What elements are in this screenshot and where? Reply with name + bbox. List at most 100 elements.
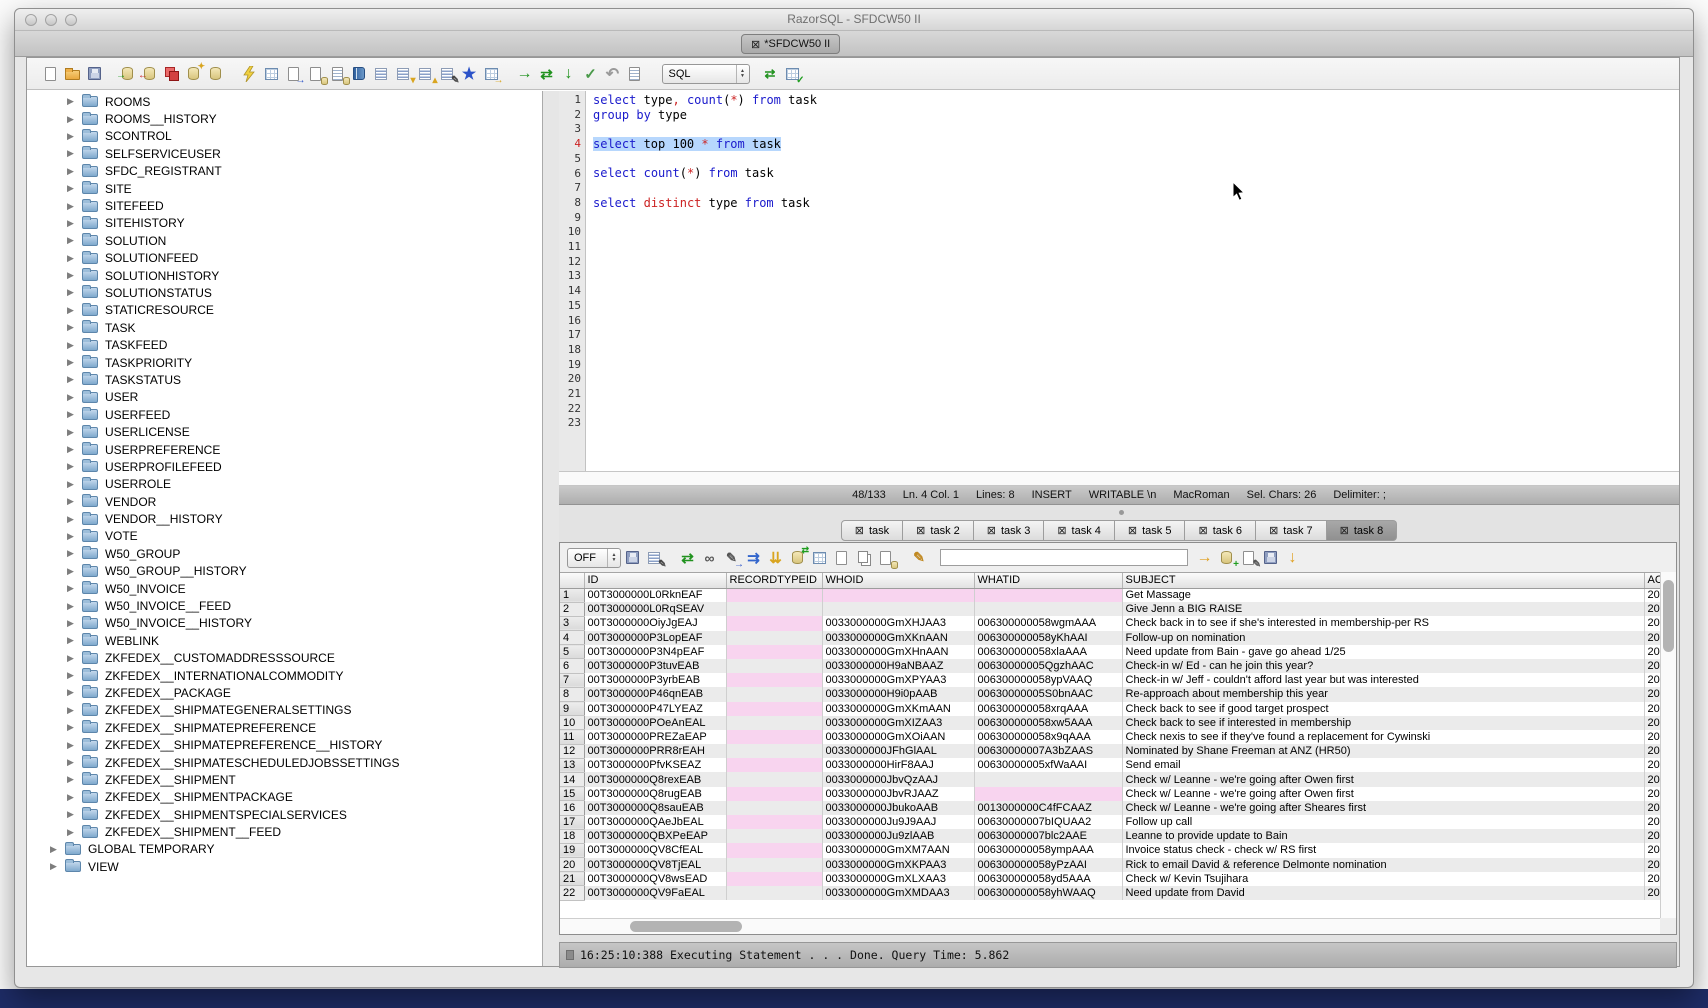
disclosure-triangle-icon[interactable]: ▶	[67, 461, 79, 472]
tree-item-solutionhistory[interactable]: ▶SOLUTIONHISTORY	[27, 267, 542, 284]
favorites-icon[interactable]: ★	[461, 65, 478, 82]
table-row-1[interactable]: 100T3000000L0RknEAFGet Massage200	[560, 588, 1660, 602]
row-number[interactable]: 19	[560, 843, 584, 857]
tree-item-zkfedex-shipment-feed[interactable]: ▶ZKFEDEX__SHIPMENT__FEED	[27, 823, 542, 840]
disclosure-triangle-icon[interactable]: ▶	[67, 287, 79, 298]
cell-whoid[interactable]: 0033000000HirF8AAJ	[822, 758, 974, 772]
row-number-header[interactable]	[560, 573, 584, 588]
disclosure-triangle-icon[interactable]: ▶	[67, 148, 79, 159]
disclosure-triangle-icon[interactable]: ▶	[50, 861, 62, 872]
table-row-8[interactable]: 800T3000000P46qnEAB0033000000H9i0pAAB006…	[560, 687, 1660, 701]
tree-item-zkfedex-shipmentspecialservices[interactable]: ▶ZKFEDEX__SHIPMENTSPECIALSERVICES	[27, 806, 542, 823]
row-limit-select[interactable]: OFF▲▼	[567, 548, 621, 568]
row-number[interactable]: 2	[560, 602, 584, 616]
cell-recordtypeid[interactable]	[726, 829, 822, 843]
cell-ac[interactable]: 200	[1644, 673, 1660, 687]
code-line-3[interactable]	[593, 122, 1679, 137]
tree-item-userfeed[interactable]: ▶USERFEED	[27, 406, 542, 423]
splitter-handle-icon[interactable]	[1119, 510, 1124, 515]
close-result-tab-icon[interactable]: ⊠	[1057, 524, 1066, 537]
cell-recordtypeid[interactable]	[726, 659, 822, 673]
export-data-icon[interactable]: →	[285, 65, 302, 82]
cell-id[interactable]: 00T3000000PRR8rEAH	[584, 744, 726, 758]
cell-ac[interactable]: 200	[1644, 602, 1660, 616]
disclosure-triangle-icon[interactable]: ▶	[67, 722, 79, 733]
tree-item-zkfedex-shipmatepreference[interactable]: ▶ZKFEDEX__SHIPMATEPREFERENCE	[27, 719, 542, 736]
code-line-7[interactable]	[593, 181, 1679, 196]
disclosure-triangle-icon[interactable]: ▶	[67, 392, 79, 403]
export-results-icon[interactable]	[877, 549, 894, 566]
disclosure-triangle-icon[interactable]: ▶	[67, 618, 79, 629]
tree-item-sitefeed[interactable]: ▶SITEFEED	[27, 197, 542, 214]
cell-whoid[interactable]: 0033000000GmXHnAAN	[822, 645, 974, 659]
cell-whoid[interactable]: 0033000000GmXHJAA3	[822, 616, 974, 630]
cell-subject[interactable]: Check back to see if interested in membe…	[1122, 716, 1644, 730]
tree-item-userpreference[interactable]: ▶USERPREFERENCE	[27, 441, 542, 458]
cell-whoid[interactable]: 0033000000JFhGlAAL	[822, 744, 974, 758]
auto-commit-icon[interactable]: ⇄	[762, 65, 779, 82]
disclosure-triangle-icon[interactable]: ▶	[67, 444, 79, 455]
tree-item-taskfeed[interactable]: ▶TASKFEED	[27, 336, 542, 353]
tree-item-zkfedex-shipmategeneralsettings[interactable]: ▶ZKFEDEX__SHIPMATEGENERALSETTINGS	[27, 702, 542, 719]
tree-item-sfdc-registrant[interactable]: ▶SFDC_REGISTRANT	[27, 163, 542, 180]
results-horizontal-scrollbar[interactable]	[560, 918, 1660, 934]
cell-whatid[interactable]: 00630000005xfWaAAI	[974, 758, 1122, 772]
sql-mode-select[interactable]: SQL▲▼	[662, 64, 750, 84]
cell-whatid[interactable]: 00630000007blc2AAE	[974, 829, 1122, 843]
cell-subject[interactable]: Re-approach about membership this year	[1122, 687, 1644, 701]
cell-id[interactable]: 00T3000000P3LopEAF	[584, 631, 726, 645]
result-tab-task-4[interactable]: ⊠task 4	[1044, 520, 1115, 541]
tree-item-weblink[interactable]: ▶WEBLINK	[27, 632, 542, 649]
cell-whatid[interactable]	[974, 588, 1122, 602]
row-number[interactable]: 1	[560, 588, 584, 602]
cell-id[interactable]: 00T3000000POeAnEAL	[584, 716, 726, 730]
cell-subject[interactable]: Give Jenn a BIG RAISE	[1122, 602, 1644, 616]
cell-id[interactable]: 00T3000000L0RknEAF	[584, 588, 726, 602]
cell-subject[interactable]: Leanne to provide update to Bain	[1122, 829, 1644, 843]
cell-whatid[interactable]: 00630000005QgzhAAC	[974, 659, 1122, 673]
row-number[interactable]: 6	[560, 659, 584, 673]
tree-item-view[interactable]: ▶VIEW	[27, 858, 542, 875]
save-changes-icon[interactable]	[1262, 549, 1279, 566]
cell-id[interactable]: 00T3000000L0RqSEAV	[584, 602, 726, 616]
cell-subject[interactable]: Invoice status check - check w/ RS first	[1122, 843, 1644, 857]
cell-ac[interactable]: 200	[1644, 815, 1660, 829]
cell-subject[interactable]: Send email	[1122, 758, 1644, 772]
cell-subject[interactable]: Follow up call	[1122, 815, 1644, 829]
cell-id[interactable]: 00T3000000QV8TjEAL	[584, 858, 726, 872]
tree-item-zkfedex-shipment[interactable]: ▶ZKFEDEX__SHIPMENT	[27, 771, 542, 788]
disclosure-triangle-icon[interactable]: ▶	[67, 705, 79, 716]
cell-id[interactable]: 00T3000000QV8wsEAD	[584, 872, 726, 886]
tree-item-taskstatus[interactable]: ▶TASKSTATUS	[27, 371, 542, 388]
pane-splitter[interactable]	[559, 505, 1679, 520]
cell-whoid[interactable]: 0033000000Ju9J9AAJ	[822, 815, 974, 829]
editor-horizontal-scrollbar[interactable]	[559, 471, 1679, 486]
cell-id[interactable]: 00T3000000OiyJgEAJ	[584, 616, 726, 630]
cell-whoid[interactable]	[822, 602, 974, 616]
cell-id[interactable]: 00T3000000Q8rugEAB	[584, 787, 726, 801]
cell-id[interactable]: 00T3000000P3yrbEAB	[584, 673, 726, 687]
cell-whatid[interactable]: 006300000058xrqAAA	[974, 702, 1122, 716]
cell-id[interactable]: 00T3000000P46qnEAB	[584, 687, 726, 701]
table-row-12[interactable]: 1200T3000000PRR8rEAH0033000000JFhGlAAL00…	[560, 744, 1660, 758]
cell-whatid[interactable]: 006300000058yd5AAA	[974, 872, 1122, 886]
row-number[interactable]: 10	[560, 716, 584, 730]
sql-editor[interactable]: 1234567891011121314151617181920212223 se…	[559, 91, 1679, 471]
view-log-icon[interactable]	[626, 65, 643, 82]
column-header-whoid[interactable]: WHOID	[822, 573, 974, 588]
cell-ac[interactable]: 200	[1644, 730, 1660, 744]
disclosure-triangle-icon[interactable]: ▶	[67, 566, 79, 577]
cell-whoid[interactable]: 0033000000GmXM7AAN	[822, 843, 974, 857]
cell-whatid[interactable]: 00630000005S0bnAAC	[974, 687, 1122, 701]
cell-id[interactable]: 00T3000000P47LYEAZ	[584, 702, 726, 716]
tree-item-selfserviceuser[interactable]: ▶SELFSERVICEUSER	[27, 145, 542, 162]
disclosure-triangle-icon[interactable]: ▶	[67, 792, 79, 803]
code-line-15[interactable]	[593, 299, 1679, 314]
cell-subject[interactable]: Check w/ Leanne - we're going after Owen…	[1122, 787, 1644, 801]
vertical-scroll-thumb[interactable]	[1663, 580, 1674, 652]
cell-ac[interactable]: 200	[1644, 631, 1660, 645]
disclosure-triangle-icon[interactable]: ▶	[67, 601, 79, 612]
row-number[interactable]: 3	[560, 616, 584, 630]
disclosure-triangle-icon[interactable]: ▶	[67, 427, 79, 438]
tree-item-global-temporary[interactable]: ▶GLOBAL TEMPORARY	[27, 841, 542, 858]
